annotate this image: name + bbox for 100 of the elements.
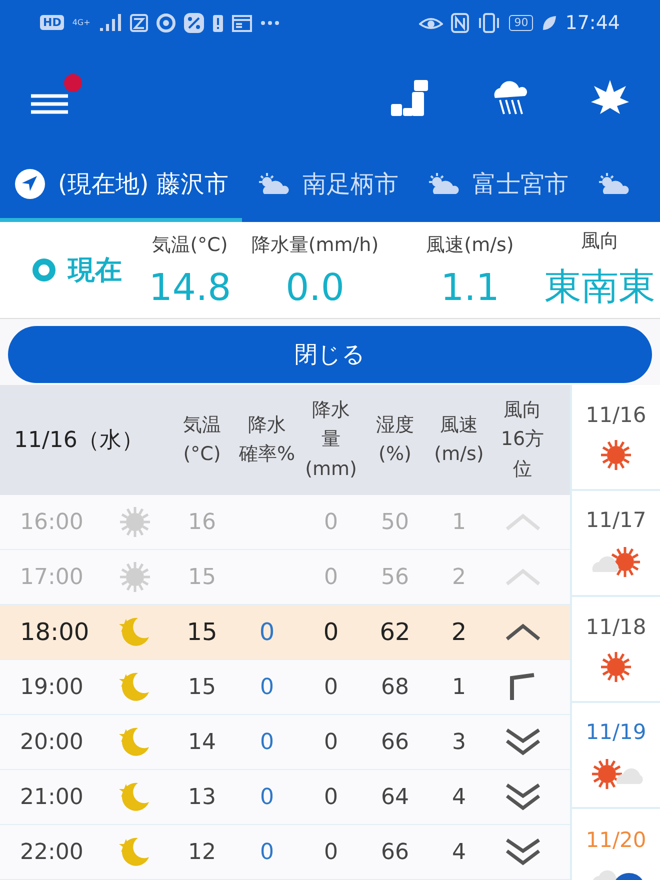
time-cell-text: 17:00 (19, 564, 84, 590)
day-cell[interactable]: 11/19 (572, 703, 660, 809)
time-cell-text: 22:00 (19, 840, 84, 864)
precipitation-cell-text: 0 (323, 564, 339, 590)
wind-speed-cell-text: 4 (451, 840, 467, 864)
cloud-sun-icon (256, 172, 290, 196)
cloud-sun-icon (596, 172, 630, 196)
column-heading: (%) (378, 442, 412, 467)
humidity-cell-text: 62 (378, 618, 412, 646)
vibrate-icon (477, 12, 502, 32)
humidity-cell-text: 64 (380, 784, 410, 810)
temperature-cell-text: 15 (186, 618, 218, 646)
metric-label: 気温(°C) (152, 232, 228, 258)
close-button[interactable]: 閉じる (8, 326, 652, 383)
double-chevron-down-icon (504, 782, 540, 812)
precipitation-chance-cell: 0 (260, 730, 274, 754)
chevron-up-icon (504, 567, 540, 587)
hd-badge: HD (40, 15, 64, 30)
column-heading: (m/s) (434, 442, 484, 467)
day-date: 11/17 (586, 508, 646, 532)
clock-time: 17:44 (565, 12, 620, 34)
day-date: 11/16 (586, 403, 646, 427)
metric-value: 14.8 (148, 266, 232, 308)
day-date: 11/19 (586, 720, 646, 744)
column-heading: 湿度 (376, 412, 414, 438)
day-date: 11/20 (586, 828, 646, 852)
sun-icon (600, 439, 632, 471)
column-heading: 風速 (440, 412, 478, 438)
day-date: 11/18 (586, 615, 646, 639)
double-chevron-down-icon (504, 727, 540, 757)
metric-label: 風速(m/s) (426, 232, 514, 258)
temperature-cell-text: 13 (187, 784, 217, 810)
location-tab[interactable]: 富士宮市 (412, 150, 582, 222)
metric-label: 風向 (581, 229, 619, 254)
time-cell-text: 20:00 (19, 730, 84, 754)
humidity-cell-text: 50 (380, 510, 410, 534)
moon-icon (118, 725, 152, 759)
column-heading: 風向 (504, 398, 542, 423)
cloud-sun-icon (426, 172, 460, 196)
time-cell-text: 16:00 (19, 510, 84, 534)
sun-icon (119, 506, 151, 538)
humidity-cell-text: 68 (380, 674, 410, 700)
day-cell[interactable]: 11/18 (572, 597, 660, 703)
precipitation-cell-text: 0 (323, 510, 339, 534)
network-type: 4G+ (72, 18, 90, 27)
ring-icon (32, 258, 56, 282)
temperature-cell-text: 12 (187, 840, 217, 864)
stairs-icon[interactable] (390, 78, 430, 118)
day-cell[interactable]: 11/16 (572, 385, 660, 491)
humidity-cell-text: 66 (380, 840, 410, 864)
metric-value: 1.1 (440, 266, 500, 308)
temperature-cell-text: 15 (187, 674, 217, 700)
date-heading: 11/16（水） (13, 427, 144, 455)
time-cell-text: 19:00 (19, 674, 84, 700)
battery-level: 90 (509, 14, 534, 30)
sun-icon (600, 651, 632, 683)
current-label: 現在 (68, 254, 122, 288)
column-heading: 降水 (312, 398, 350, 423)
day-cell[interactable]: 11/17 (572, 491, 660, 597)
more-icon (260, 20, 280, 26)
metric-value: 0.0 (286, 266, 344, 308)
moon-icon (118, 670, 152, 704)
humidity-cell-text: 66 (380, 730, 410, 754)
column-heading: (°C) (183, 442, 221, 467)
hour-row[interactable]: 18:00 15 0 0 62 2 (0, 605, 570, 660)
sun-icon (119, 561, 151, 593)
time-cell-text: 21:00 (19, 784, 84, 810)
column-heading: 位 (513, 456, 532, 482)
wind-speed-cell-text: 1 (451, 510, 467, 534)
precipitation-chance-cell: 0 (260, 674, 274, 700)
sun-cloud-icon (589, 756, 643, 790)
column-heading: 16方 (500, 427, 544, 452)
precipitation-cell-text: 0 (323, 784, 339, 810)
nfc-icon (451, 12, 470, 32)
browser-icon (156, 12, 176, 32)
moon-icon (118, 835, 152, 869)
chevron-up-icon (504, 622, 540, 642)
precipitation-chance-cell: 0 (260, 784, 274, 810)
humidity-cell-text: 56 (380, 564, 410, 590)
location-tab[interactable]: 南足柄市 (242, 150, 412, 222)
precipitation-chance-cell: 0 (260, 840, 274, 864)
temperature-cell-text: 15 (187, 564, 217, 590)
calendar-icon (232, 14, 252, 32)
column-heading: 確率% (238, 442, 296, 467)
wind-speed-cell-text: 2 (451, 564, 467, 590)
temperature-cell-text: 16 (187, 510, 217, 534)
column-heading: 気温 (183, 412, 221, 438)
wind-speed-cell-text: 2 (450, 618, 468, 646)
temperature-cell-text: 14 (187, 730, 217, 754)
precipitation-cell-text: 0 (323, 730, 339, 754)
precipitation-cell-text: 0 (323, 674, 339, 700)
precipitation-chance-cell: 0 (259, 618, 275, 646)
moon-icon (118, 780, 152, 814)
wind-speed-cell-text: 4 (451, 784, 467, 810)
metric-value: 東南東 (544, 264, 656, 310)
chevron-up-icon (504, 512, 540, 532)
percent-icon (184, 12, 204, 32)
column-heading: 量 (322, 427, 340, 452)
double-chevron-down-icon (504, 837, 540, 867)
column-heading: (mm) (305, 456, 357, 482)
